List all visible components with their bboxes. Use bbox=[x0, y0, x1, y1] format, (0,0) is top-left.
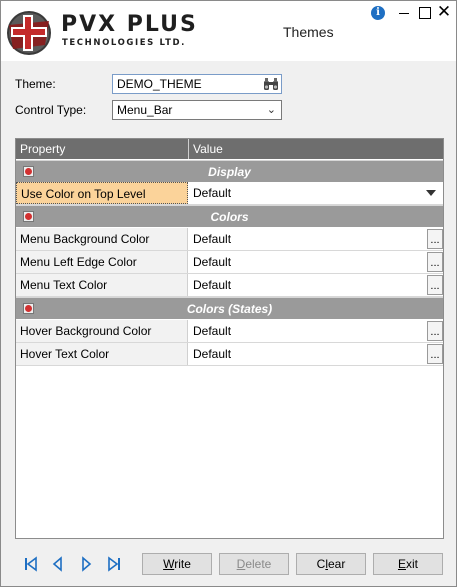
previous-record-icon[interactable] bbox=[50, 556, 66, 572]
exit-button[interactable]: Exit bbox=[373, 553, 443, 575]
property-name: Menu Text Color bbox=[16, 274, 188, 296]
window-title: Themes bbox=[283, 24, 334, 40]
chevron-down-icon: ⌄ bbox=[266, 104, 276, 116]
control-type-label: Control Type: bbox=[15, 103, 87, 117]
row-hover-text-color[interactable]: Hover Text Color Default ... bbox=[16, 343, 443, 366]
row-hover-background-color[interactable]: Hover Background Color Default ... bbox=[16, 320, 443, 343]
theme-input[interactable]: DEMO_THEME bbox=[112, 74, 282, 94]
property-name: Menu Background Color bbox=[16, 228, 188, 250]
delete-button[interactable]: Delete bbox=[219, 553, 289, 575]
ellipsis-button[interactable]: ... bbox=[427, 275, 443, 295]
property-value: Default bbox=[193, 278, 232, 292]
next-record-icon[interactable] bbox=[78, 556, 94, 572]
delete-hotkey: D bbox=[236, 557, 246, 571]
ellipsis-button[interactable]: ... bbox=[427, 252, 443, 272]
row-menu-text-color[interactable]: Menu Text Color Default ... bbox=[16, 274, 443, 297]
info-icon[interactable]: i bbox=[371, 6, 385, 20]
property-grid: Property Value Display Use Color on Top … bbox=[15, 138, 444, 539]
column-separator bbox=[188, 139, 189, 159]
property-value: Default bbox=[193, 232, 232, 246]
dropdown-arrow-icon[interactable] bbox=[426, 190, 436, 196]
group-colors-states: Colors (States) bbox=[16, 297, 443, 319]
ellipsis-button[interactable]: ... bbox=[427, 321, 443, 341]
column-header-value: Value bbox=[193, 142, 223, 156]
close-button[interactable]: ✕ bbox=[435, 3, 453, 21]
property-name: Use Color on Top Level bbox=[16, 182, 188, 204]
property-value: Default bbox=[193, 255, 232, 269]
ellipsis-button[interactable]: ... bbox=[427, 229, 443, 249]
group-colors: Colors bbox=[16, 205, 443, 227]
theme-input-value: DEMO_THEME bbox=[117, 77, 202, 91]
group-title: Colors bbox=[210, 210, 249, 224]
minimize-button[interactable] bbox=[395, 3, 413, 21]
property-name: Hover Text Color bbox=[16, 343, 188, 365]
write-hotkey: W bbox=[163, 557, 175, 571]
column-header-property: Property bbox=[20, 142, 66, 156]
brand-name: PVX PLUS bbox=[61, 12, 198, 37]
group-title: Display bbox=[208, 165, 251, 179]
brand-subtitle: TECHNOLOGIES LTD. bbox=[62, 38, 186, 48]
binoculars-icon[interactable] bbox=[263, 77, 279, 91]
exit-label: xit bbox=[406, 557, 418, 571]
title-bar: PVX PLUS TECHNOLOGIES LTD. Themes i ✕ bbox=[1, 1, 456, 61]
row-menu-background-color[interactable]: Menu Background Color Default ... bbox=[16, 228, 443, 251]
pvx-logo-icon bbox=[7, 11, 51, 55]
property-value: Default bbox=[193, 324, 232, 338]
clear-button[interactable]: Clear bbox=[296, 553, 366, 575]
row-use-color-on-top-level[interactable]: Use Color on Top Level Default bbox=[16, 182, 443, 205]
clear-label: ear bbox=[328, 557, 346, 571]
last-record-icon[interactable] bbox=[106, 556, 122, 572]
ellipsis-button[interactable]: ... bbox=[427, 344, 443, 364]
property-value: Default bbox=[193, 347, 232, 361]
first-record-icon[interactable] bbox=[23, 556, 39, 572]
row-menu-left-edge-color[interactable]: Menu Left Edge Color Default ... bbox=[16, 251, 443, 274]
themes-window: PVX PLUS TECHNOLOGIES LTD. Themes i ✕ Th… bbox=[0, 0, 457, 587]
write-label: rite bbox=[174, 557, 191, 571]
grid-header: Property Value bbox=[16, 139, 443, 159]
maximize-button[interactable] bbox=[415, 3, 433, 21]
control-type-select[interactable]: Menu_Bar ⌄ bbox=[112, 100, 282, 120]
delete-label: elete bbox=[245, 557, 272, 571]
property-value: Default bbox=[193, 186, 232, 200]
property-name: Menu Left Edge Color bbox=[16, 251, 188, 273]
control-type-value: Menu_Bar bbox=[117, 103, 173, 117]
group-display: Display bbox=[16, 160, 443, 182]
exit-hotkey: E bbox=[397, 557, 406, 571]
write-button[interactable]: Write bbox=[142, 553, 212, 575]
group-title: Colors (States) bbox=[186, 302, 273, 316]
property-name: Hover Background Color bbox=[16, 320, 188, 342]
theme-label: Theme: bbox=[15, 77, 56, 91]
